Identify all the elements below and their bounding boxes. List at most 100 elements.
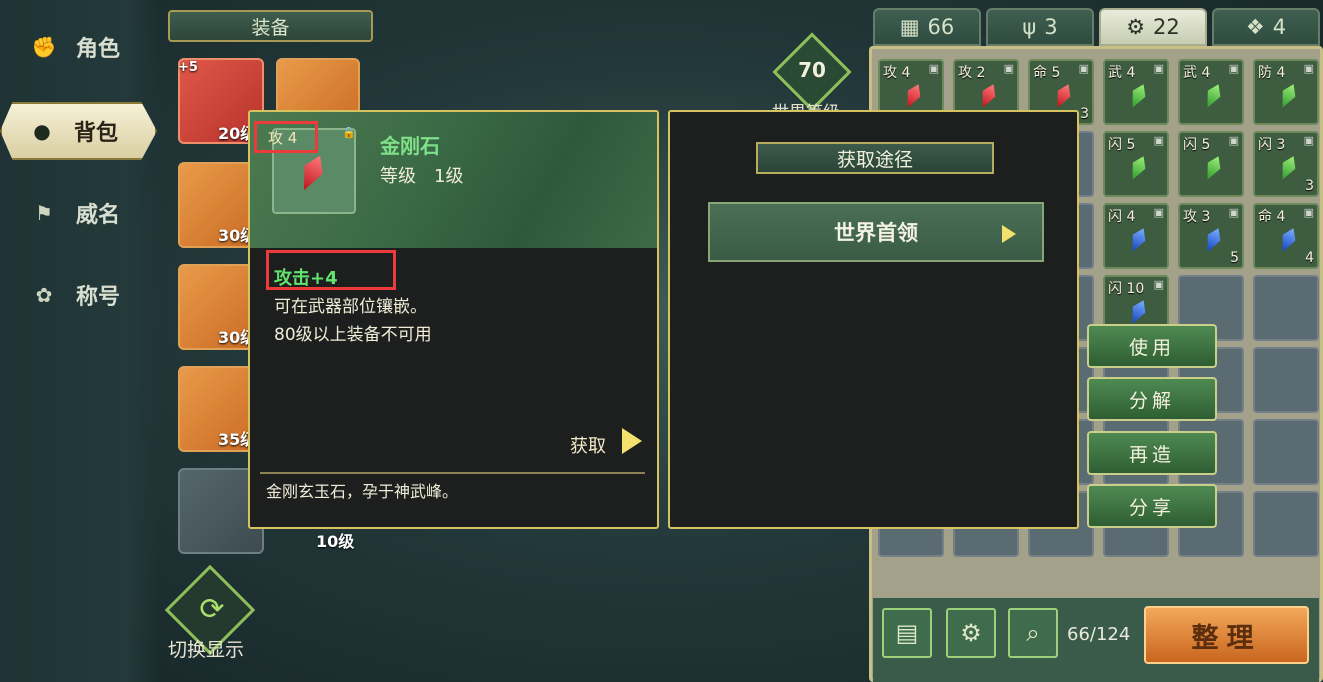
blue-gem-icon (1276, 225, 1300, 254)
tab-count: 3 (1044, 15, 1058, 39)
blue-gem-icon (1126, 225, 1150, 254)
cell-tag: 武 4 (1183, 65, 1211, 81)
remake-button[interactable]: 再造 (1087, 431, 1217, 475)
item-detail-popup: 攻 4 🔒 金刚石 等级 1级 攻击+4 可在武器部位镶嵌。 80级以上装备不可… (248, 110, 659, 529)
equipment-title: 装备 (168, 10, 373, 42)
slot-level-ring: 10级 (316, 532, 355, 551)
source-label: 世界首领 (834, 221, 918, 245)
green-gem-icon (1201, 81, 1225, 110)
lock-icon: ▣ (1303, 134, 1314, 147)
item-desc-line: 80级以上装备不可用 (274, 325, 432, 345)
item-name: 金刚石 (380, 134, 440, 158)
inventory-cell[interactable]: 攻 3 ▣ 5 (1178, 203, 1244, 269)
play-arrow-icon[interactable] (622, 428, 642, 454)
trident-icon: ψ (1022, 15, 1037, 39)
magnifier-icon: ⌕ (1026, 619, 1040, 647)
bag-icon: ● (33, 119, 51, 143)
blue-gem-icon (1201, 225, 1225, 254)
cell-tag: 防 4 (1258, 65, 1286, 81)
search-icon-button[interactable]: ⌕ (1008, 608, 1058, 658)
play-arrow-icon (1002, 225, 1016, 243)
world-level-value: 70 (798, 58, 826, 82)
source-world-boss-button[interactable]: 世界首领 (708, 202, 1044, 262)
nav-label: 威名 (76, 203, 121, 228)
lock-icon: ▣ (1153, 134, 1164, 147)
cell-tag: 攻 2 (958, 65, 986, 81)
chest-icon: ▤ (895, 619, 919, 647)
slot-plus: +5 (178, 60, 198, 75)
green-gem-icon (1276, 81, 1300, 110)
nav-label: 称号 (76, 285, 121, 310)
nav-label: 背包 (74, 121, 119, 146)
tab-all[interactable]: ▦ 66 (873, 8, 981, 46)
cell-count: 4 (1305, 250, 1314, 266)
inventory-cell[interactable]: 武 4 ▣ (1103, 59, 1169, 125)
chest-icon-button[interactable]: ▤ (882, 608, 932, 658)
inventory-cell[interactable]: 闪 3 ▣ 3 (1253, 131, 1319, 197)
inventory-cell[interactable]: 闪 4 ▣ (1103, 203, 1169, 269)
red-gem-icon (1051, 81, 1075, 110)
use-button[interactable]: 使用 (1087, 324, 1217, 368)
get-link[interactable]: 获取 (570, 432, 606, 458)
gear-hand-icon-button[interactable]: ⚙ (946, 608, 996, 658)
sort-button[interactable]: 整理 (1144, 606, 1309, 664)
cell-tag: 命 5 (1033, 65, 1061, 81)
divider (260, 472, 645, 474)
share-button[interactable]: 分享 (1087, 484, 1217, 528)
item-desc-line: 可在武器部位镶嵌。 (274, 297, 427, 317)
tab-pets[interactable]: ❖ 4 (1212, 8, 1320, 46)
green-gem-icon (1276, 153, 1300, 182)
lock-icon: ▣ (1153, 62, 1164, 75)
refresh-icon: ⟳ (199, 592, 225, 627)
lock-icon: ▣ (1228, 62, 1239, 75)
lock-icon: ▣ (1078, 62, 1089, 75)
lock-icon: ▣ (1153, 206, 1164, 219)
green-gem-icon (1201, 153, 1225, 182)
blue-gem-icon (1126, 297, 1150, 326)
lock-icon: ▣ (1303, 62, 1314, 75)
nav-item-reputation[interactable]: ⚑ 威名 (18, 188, 153, 238)
tab-gems[interactable]: ⚙ 22 (1099, 8, 1207, 46)
cell-tag: 闪 10 (1108, 281, 1145, 297)
banner-icon: ⚑ (35, 201, 53, 225)
tab-count: 66 (927, 15, 955, 39)
red-gem-icon (901, 81, 925, 110)
lock-icon: 🔒 (342, 126, 356, 139)
red-gem-icon (976, 81, 1000, 110)
inventory-cell[interactable]: 命 4 ▣ 4 (1253, 203, 1319, 269)
inventory-cell[interactable]: 武 4 ▣ (1178, 59, 1244, 125)
cell-tag: 闪 5 (1108, 137, 1136, 153)
cell-tag: 武 4 (1108, 65, 1136, 81)
inventory-cell[interactable]: 闪 5 ▣ (1103, 131, 1169, 197)
gear-hand-icon: ⚙ (960, 619, 982, 647)
item-stat: 攻击+4 (274, 268, 338, 289)
green-gem-icon (1126, 81, 1150, 110)
decompose-button[interactable]: 分解 (1087, 377, 1217, 421)
highlight-box (254, 121, 318, 153)
tab-weapons[interactable]: ψ 3 (986, 8, 1094, 46)
lock-icon: ▣ (1303, 206, 1314, 219)
inventory-cell[interactable] (1253, 275, 1319, 341)
beast-icon: ❖ (1245, 15, 1265, 39)
inventory-cell[interactable] (1253, 491, 1319, 557)
tab-count: 4 (1272, 15, 1287, 39)
cell-tag: 命 4 (1258, 209, 1286, 225)
nav-item-character[interactable]: ✊ 角色 (18, 22, 153, 72)
inventory-capacity: 66/124 (1067, 624, 1131, 645)
inventory-cell[interactable] (1253, 419, 1319, 485)
source-popup: 获取途径 世界首领 (668, 110, 1079, 529)
nav-item-title[interactable]: ✿ 称号 (18, 270, 153, 320)
tab-count: 22 (1153, 15, 1180, 39)
inventory-cell[interactable] (1253, 347, 1319, 413)
grid-icon: ▦ (899, 15, 920, 39)
inventory-cell[interactable]: 防 4 ▣ (1253, 59, 1319, 125)
lotus-icon: ✿ (35, 283, 53, 307)
nav-item-backpack[interactable]: ● 背包 (0, 102, 157, 160)
lock-icon: ▣ (1003, 62, 1014, 75)
cell-tag: 闪 5 (1183, 137, 1211, 153)
item-level: 等级 1级 (380, 166, 464, 187)
inventory-cell[interactable]: 闪 5 ▣ (1178, 131, 1244, 197)
gem-gear-icon: ⚙ (1126, 15, 1146, 39)
cell-tag: 闪 4 (1108, 209, 1136, 225)
lock-icon: ▣ (928, 62, 939, 75)
